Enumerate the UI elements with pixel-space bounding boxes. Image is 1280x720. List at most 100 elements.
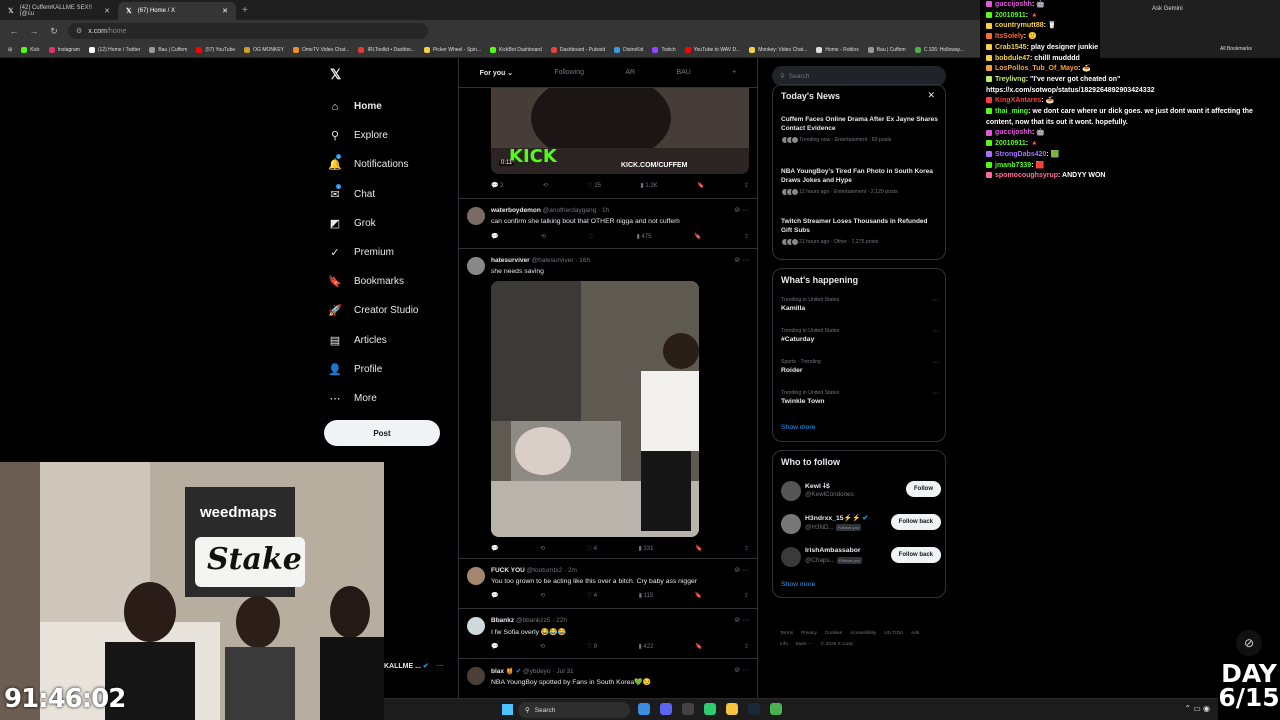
app-taskbar-icon[interactable]: [704, 703, 716, 715]
repost-button[interactable]: ⟲: [541, 233, 546, 240]
footer-link[interactable]: Terms: [780, 631, 793, 636]
bookmark-icon[interactable]: 🔖: [694, 233, 701, 240]
like-button[interactable]: ♡ 4: [587, 592, 597, 599]
bookmark-item[interactable]: KickBot Dashboard: [490, 46, 542, 53]
new-tab-button[interactable]: +: [236, 5, 254, 16]
share-icon[interactable]: ⇪: [744, 233, 749, 240]
avatar[interactable]: [467, 257, 485, 275]
trend-item[interactable]: Trending in United States #Caturday ···: [781, 328, 939, 343]
share-icon[interactable]: ⇪: [744, 182, 749, 189]
follow-button[interactable]: Follow: [906, 481, 941, 497]
tab-following[interactable]: Following: [554, 69, 584, 76]
system-tray[interactable]: ⌃ ▭ ◉: [1184, 704, 1210, 713]
news-item[interactable]: Twitch Streamer Loses Thousands in Refun…: [781, 217, 939, 246]
chrome-taskbar-icon[interactable]: [638, 703, 650, 715]
url-field[interactable]: ⚙ x.com/home: [68, 23, 428, 39]
tweet[interactable]: blax 🍯 ✔ @ybdeyo · Jul 31 ⊘ ··· NBA Youn…: [459, 658, 757, 698]
footer-link[interactable]: More ···: [796, 642, 813, 647]
follow-suggestion[interactable]: H3ndrxx_15⚡⚡ ✔ @H3ND... Follows you Follo…: [781, 512, 941, 538]
close-icon[interactable]: ✕: [104, 7, 110, 15]
reply-button[interactable]: 💬: [491, 233, 498, 240]
like-button[interactable]: ♡ 25: [587, 182, 601, 189]
bookmark-item[interactable]: C 326: Holloway...: [914, 46, 964, 53]
chrome-taskbar-icon[interactable]: [770, 703, 782, 715]
bookmark-item[interactable]: YouTube to WAV D...: [684, 46, 740, 53]
bookmark-item[interactable]: OmeTV Video Chat...: [293, 46, 349, 53]
reply-button[interactable]: 💬 2: [491, 182, 503, 189]
tweet[interactable]: FUCK YOU @tooturntx2 · 2m ⊘ ··· You too …: [459, 558, 757, 608]
tweet[interactable]: waterboydemon @anotherdaygang · 1h ⊘ ···…: [459, 198, 757, 248]
more-icon[interactable]: ···: [932, 390, 939, 397]
video-media[interactable]: KICK KICK.COM/CUFFEM 0:11: [491, 88, 749, 174]
tweet[interactable]: hatesurviver @hatesurviver · 16h ⊘ ··· s…: [459, 248, 757, 560]
bookmark-item[interactable]: Monkey: Video Chat...: [749, 46, 807, 53]
views-button[interactable]: ▮ 475: [636, 233, 651, 240]
repost-button[interactable]: ⟲: [540, 643, 545, 650]
trend-item[interactable]: Trending in United States Twinkle Town ·…: [781, 390, 939, 405]
show-more-link[interactable]: Show more: [781, 424, 815, 431]
views-button[interactable]: ▮ 115: [639, 592, 654, 599]
bookmark-icon[interactable]: 🔖: [695, 545, 702, 552]
footer-link[interactable]: Accessibility: [850, 631, 876, 636]
reply-button[interactable]: 💬: [491, 643, 498, 650]
follow-back-button[interactable]: Follow back: [890, 547, 941, 563]
bookmark-item[interactable]: Picker Wheel - Spin...: [423, 46, 481, 53]
follow-suggestion[interactable]: IrishAmbassabor @Chaps... Follows you Fol…: [781, 545, 941, 571]
avatar[interactable]: [781, 481, 801, 501]
bookmark-icon[interactable]: 🔖: [695, 643, 702, 650]
bookmark-item[interactable]: IRLToolkit • Dashbo...: [358, 46, 415, 53]
bookmark-item[interactable]: DistroKid: [614, 46, 643, 53]
post-button[interactable]: Post: [324, 420, 440, 446]
bookmark-item[interactable]: Twitch: [652, 46, 676, 53]
bookmark-item[interactable]: OG MONKEY: [244, 46, 284, 53]
share-icon[interactable]: ⇪: [744, 643, 749, 650]
x-home-logo-icon[interactable]: 𝕏: [330, 66, 341, 83]
bookmark-icon[interactable]: 🔖: [697, 182, 704, 189]
repost-button[interactable]: ⟲: [540, 592, 545, 599]
bookmark-item[interactable]: Home - Roblox: [816, 46, 859, 53]
repost-button[interactable]: ⟲: [543, 182, 548, 189]
more-icon[interactable]: ⊘ ···: [734, 666, 749, 674]
apps-grid-icon[interactable]: ⊞: [8, 47, 12, 53]
like-button[interactable]: ♡ 9: [587, 643, 597, 650]
more-icon[interactable]: ⊘ ···: [734, 256, 749, 264]
bookmark-item[interactable]: Instagram: [48, 46, 80, 53]
tweet[interactable]: Bbankz @bbankzz5 · 22h ⊘ ··· I fw Sofia …: [459, 608, 757, 658]
avatar[interactable]: [781, 547, 801, 567]
footer-link[interactable]: Cookies: [825, 631, 842, 636]
site-info-icon[interactable]: ⚙: [76, 27, 82, 35]
more-icon[interactable]: ⊘ ···: [734, 566, 749, 574]
footer-link[interactable]: US TIDA: [884, 631, 903, 636]
more-icon[interactable]: ···: [437, 663, 444, 670]
show-more-link[interactable]: Show more: [781, 581, 815, 588]
bookmark-icon[interactable]: 🔖: [695, 592, 702, 599]
repost-button[interactable]: ⟲: [540, 545, 545, 552]
avatar[interactable]: [467, 667, 485, 685]
news-item[interactable]: NBA YoungBoy's Tired Fan Photo in South …: [781, 167, 939, 196]
follow-back-button[interactable]: Follow back: [890, 514, 941, 530]
footer-link[interactable]: © 2025 X Corp.: [821, 642, 854, 647]
avatar[interactable]: [467, 617, 485, 635]
reload-icon[interactable]: ↻: [48, 26, 60, 37]
bookmark-item[interactable]: Bau | Cuffem: [867, 46, 906, 53]
app-taskbar-icon[interactable]: [682, 703, 694, 715]
more-icon[interactable]: ···: [932, 359, 939, 366]
bookmark-item[interactable]: Bau | Cuffem: [149, 46, 187, 53]
news-item[interactable]: Cuffem Faces Online Drama After Ex Jayne…: [781, 115, 939, 144]
close-icon[interactable]: ✕: [222, 7, 228, 15]
more-icon[interactable]: ⊘ ···: [734, 616, 749, 624]
windows-start-icon[interactable]: [502, 704, 513, 715]
like-button[interactable]: ♡ 4: [587, 545, 597, 552]
trend-item[interactable]: Trending in United States Kamilla ···: [781, 297, 939, 312]
tab-ar[interactable]: AR: [625, 69, 635, 76]
forward-icon[interactable]: →: [28, 26, 40, 36]
bookmark-item[interactable]: Kick: [21, 46, 40, 53]
more-icon[interactable]: ⊘ ···: [734, 206, 749, 214]
steam-taskbar-icon[interactable]: [748, 703, 760, 715]
browser-tab-kick[interactable]: 𝕏 (42) CuffemKALLME SEX!! (@cu ✕: [0, 2, 118, 20]
like-button[interactable]: ♡: [589, 233, 594, 240]
views-button[interactable]: ▮ 422: [638, 643, 653, 650]
views-button[interactable]: ▮ 331: [638, 545, 653, 552]
reply-button[interactable]: 💬: [491, 592, 498, 599]
share-icon[interactable]: ⇪: [744, 545, 749, 552]
